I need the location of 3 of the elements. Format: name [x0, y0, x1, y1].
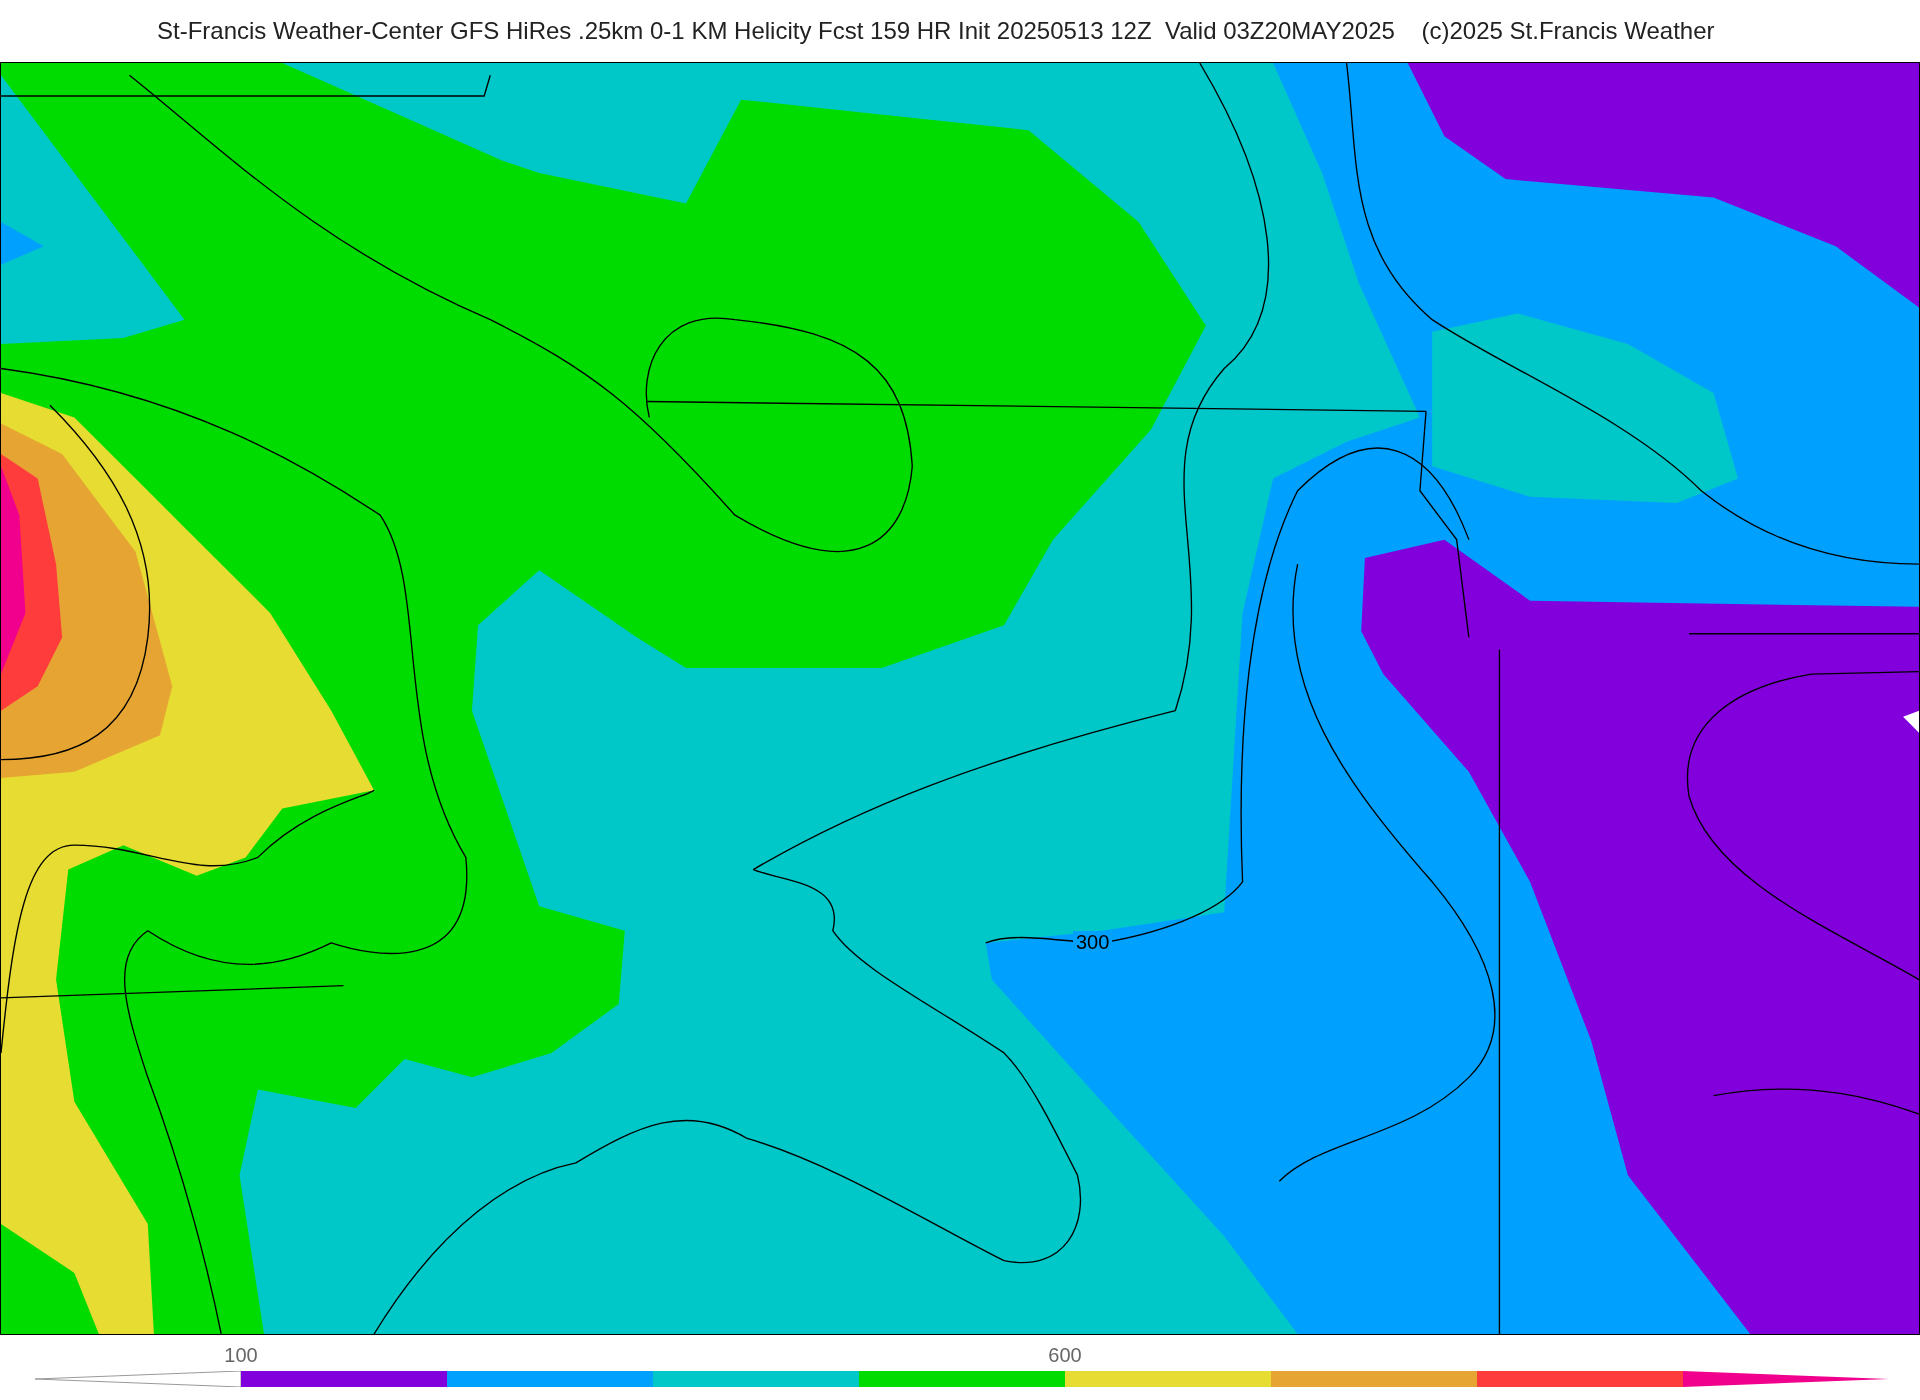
- colorbar-tick-label: 100: [224, 1345, 258, 1365]
- map-title: St-Francis Weather-Center GFS HiRes .25km 0-1 KM Helicity Fcst 159 HR Init 20250513 12Z Valid 03Z20MAY2025 (c)2025 St.Francis Weather: [157, 16, 1715, 46]
- colorbar-tick-label: 600: [1048, 1345, 1082, 1365]
